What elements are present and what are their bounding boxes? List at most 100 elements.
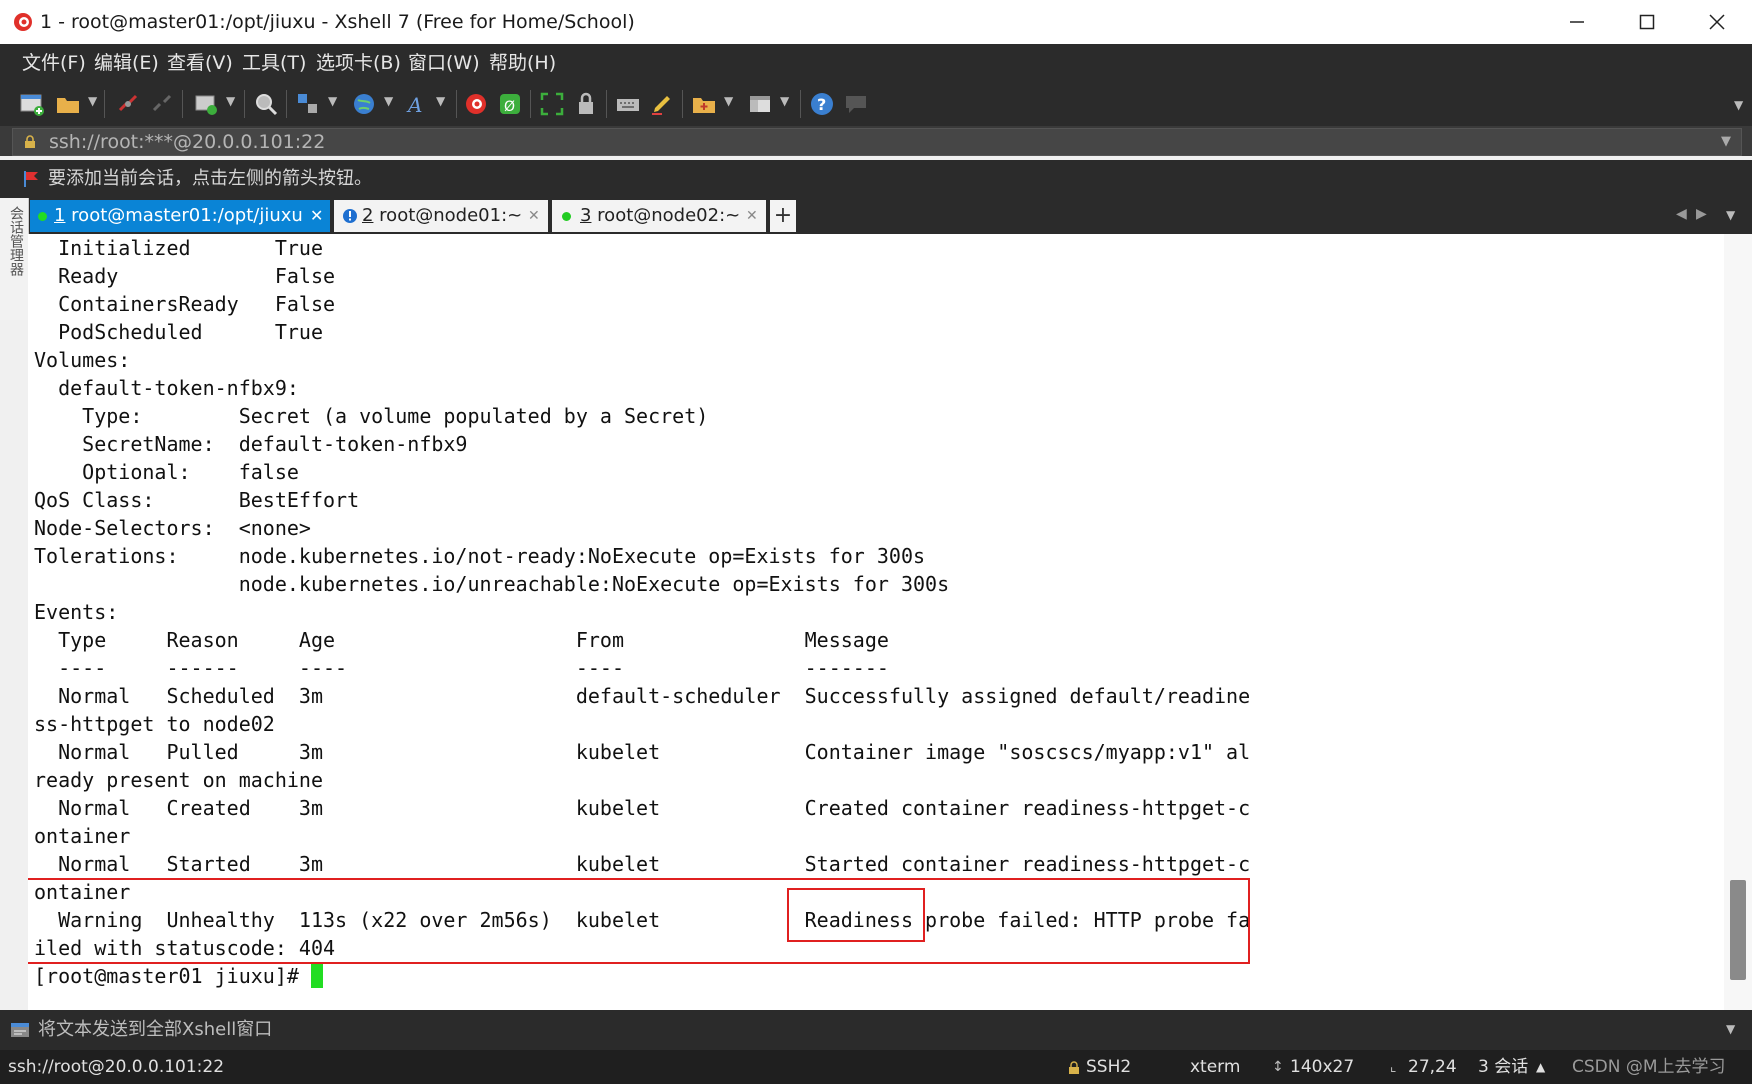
terminal-line: Initialized True [34,236,336,260]
terminal-line: PodScheduled True [34,320,336,344]
globe-dropdown-icon[interactable]: ▼ [384,94,393,108]
terminal-line: Node-Selectors: <none> [34,516,311,540]
address-value: ssh://root:***@20.0.0.101:22 [49,131,326,153]
new-session-icon[interactable] [18,90,46,118]
terminal-line: Normal Started 3m kubelet Started contai… [34,852,1251,876]
tab-scroll-right-icon[interactable]: ▶ [1696,206,1707,222]
svg-text:Ø: Ø [504,99,515,115]
menu-tools[interactable]: 工具(T) [242,44,306,82]
tab-session-2[interactable]: 2 root@node01:~ ✕ [334,200,548,232]
terminal-line: default-token-nfbx9: [34,376,299,400]
compose-bar[interactable]: 将文本发送到全部Xshell窗口 ▼ [0,1010,1752,1050]
tab-bar: 1 root@master01:/opt/jiuxu ✕ 2 root@node… [0,198,1752,234]
status-terminal-size: 140x27 [1290,1057,1355,1077]
transfer-icon[interactable] [294,90,322,118]
toolbar: ▼ ▼ ▼ ▼ A ▼ Ø ▼ ▼ ? ▼ [0,82,1752,126]
status-session-count[interactable]: 3 会话 [1478,1050,1528,1084]
toolbar-separator [182,90,183,118]
add-folder-icon[interactable] [690,90,718,118]
tab-close-icon[interactable]: ✕ [310,200,323,232]
keyboard-icon[interactable] [614,90,642,118]
chat-icon[interactable] [842,90,870,118]
menu-view[interactable]: 查看(V) [167,44,233,82]
tab-session-1[interactable]: 1 root@master01:/opt/jiuxu ✕ [30,200,330,232]
terminal-line: Events: [34,600,119,624]
address-field[interactable]: ssh://root:***@20.0.0.101:22 ▼ [12,128,1742,156]
terminal-line: Optional: false [34,460,299,484]
lock-icon[interactable] [572,90,600,118]
window-dropdown-icon[interactable]: ▼ [226,94,235,108]
toolbar-separator [286,90,287,118]
compose-dropdown-icon[interactable]: ▼ [1726,1022,1735,1036]
xftp-icon[interactable]: Ø [496,90,524,118]
find-icon[interactable] [252,90,280,118]
toolbar-overflow-icon[interactable]: ▼ [1734,98,1743,112]
layout-icon[interactable] [746,90,774,118]
status-protocol: SSH2 [1086,1057,1132,1077]
xshell-icon[interactable] [462,90,490,118]
tab-label: root@node02:~ [591,205,741,226]
new-tab-button[interactable]: + [770,200,796,232]
maximize-button[interactable] [1612,0,1682,44]
minimize-button[interactable] [1542,0,1612,44]
lock-icon [25,135,35,148]
minimize-icon [1570,21,1584,23]
open-dropdown-icon[interactable]: ▼ [88,94,97,108]
menu-tabs[interactable]: 选项卡(B) [316,44,401,82]
maximize-icon [1639,14,1655,30]
menu-file[interactable]: 文件(F) [22,44,86,82]
terminal-line: ontainer [34,824,131,848]
toolbar-separator [606,90,607,118]
close-button[interactable] [1682,0,1752,44]
info-icon [343,209,357,223]
terminal-line: ss-httpget to node02 [34,712,275,736]
terminal-cursor [310,964,323,988]
add-session-arrow-icon[interactable] [22,169,42,189]
terminal-line: ContainersReady False [34,292,348,316]
tab-list-dropdown-icon[interactable]: ▼ [1726,208,1735,222]
connected-status-icon [562,212,571,221]
open-folder-icon[interactable] [54,90,82,118]
folder-dropdown-icon[interactable]: ▼ [724,94,733,108]
menu-help[interactable]: 帮助(H) [489,44,556,82]
font-dropdown-icon[interactable]: ▼ [436,94,445,108]
reconnect-icon[interactable] [148,90,176,118]
disconnect-icon[interactable] [114,90,142,118]
menu-bar: 文件(F) 编辑(E) 查看(V) 工具(T) 选项卡(B) 窗口(W) 帮助(… [0,44,1752,82]
address-dropdown-icon[interactable]: ▼ [1721,131,1731,153]
help-icon[interactable]: ? [808,90,836,118]
menu-edit[interactable]: 编辑(E) [94,44,159,82]
terminal-line: [root@master01 jiuxu]# [34,964,311,988]
title-bar: 1 - root@master01:/opt/jiuxu - Xshell 7 … [0,0,1752,44]
layout-dropdown-icon[interactable]: ▼ [780,94,789,108]
tab-close-icon[interactable]: ✕ [528,200,540,232]
toolbar-separator [682,90,683,118]
scrollbar-thumb[interactable] [1730,880,1746,980]
session-manager-panel[interactable]: 会话管理器 [0,198,29,320]
compose-icon [11,1023,29,1037]
tab-label: root@master01:/opt/jiuxu [65,205,303,226]
session-count-up-icon[interactable]: ▲ [1536,1050,1545,1084]
fullscreen-icon[interactable] [538,90,566,118]
highlight-pen-icon[interactable] [648,90,676,118]
tab-session-3[interactable]: 3 root@node02:~ ✕ [552,200,766,232]
warning-event-highlight [28,878,1251,964]
tab-number: 2 [362,205,374,226]
tab-scroll-left-icon[interactable]: ◀ [1676,206,1687,222]
compose-input[interactable]: 将文本发送到全部Xshell窗口 [38,1010,272,1050]
terminal-line: node.kubernetes.io/unreachable:NoExecute… [34,572,950,596]
terminal-line: Ready False [34,264,348,288]
globe-icon[interactable] [350,90,378,118]
terminal-line: Volumes: [34,348,131,372]
menu-window[interactable]: 窗口(W) [408,44,480,82]
xshell-logo-icon [14,13,32,31]
terminal-output[interactable]: Initialized True Ready False ContainersR… [28,234,1724,1010]
readiness-word-highlight [786,888,926,942]
new-window-icon[interactable] [192,90,220,118]
hint-text: 要添加当前会话，点击左侧的箭头按钮。 [48,168,372,189]
tab-close-icon[interactable]: ✕ [746,200,758,232]
font-icon[interactable]: A [404,90,432,118]
tab-label: root@node01:~ [373,205,523,226]
terminal-line: Type: Secret (a volume populated by a Se… [34,404,709,428]
transfer-dropdown-icon[interactable]: ▼ [328,94,337,108]
